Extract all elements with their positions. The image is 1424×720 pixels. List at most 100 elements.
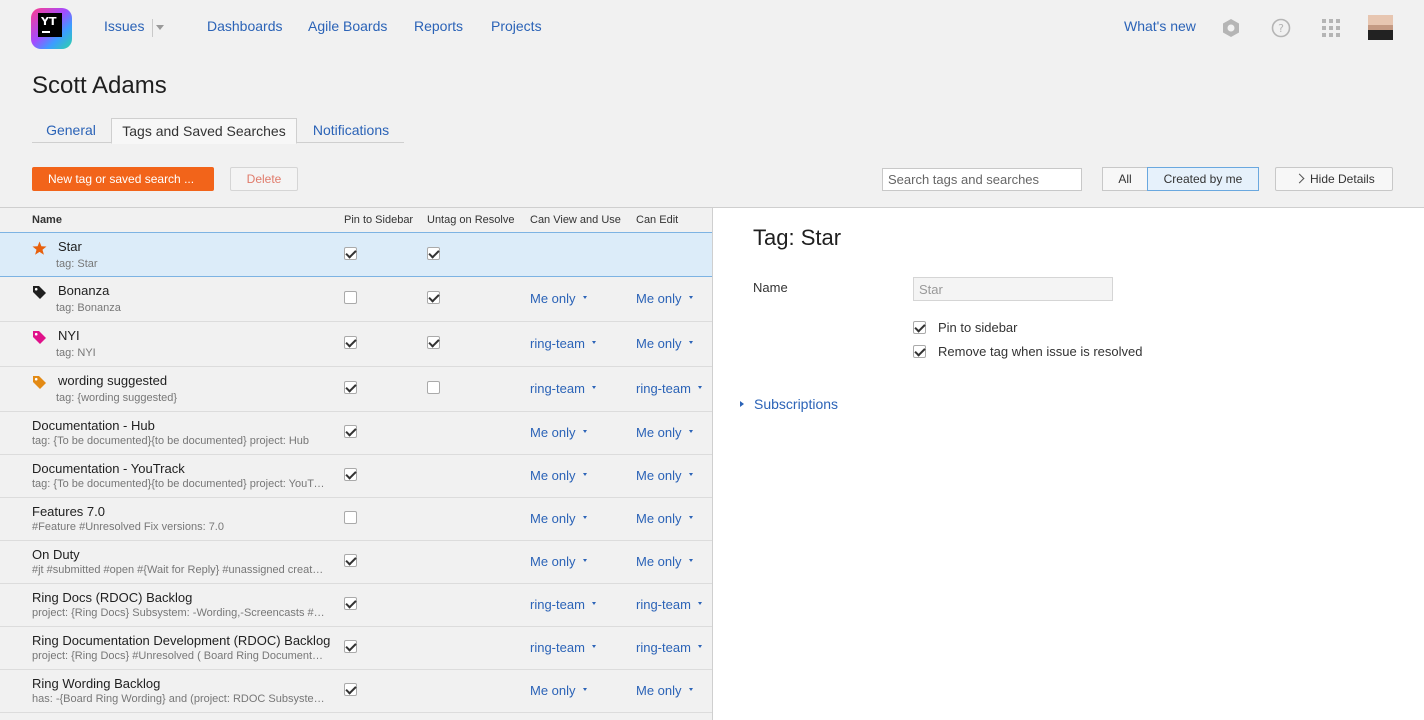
hide-details-label: Hide Details xyxy=(1310,172,1375,186)
pin-to-sidebar-checkbox[interactable] xyxy=(913,321,926,334)
can-edit-dropdown[interactable]: Me only xyxy=(636,425,693,440)
row-query: #jt #submitted #open #{Wait for Reply} #… xyxy=(32,564,328,576)
can-view-value: Me only xyxy=(530,468,576,483)
row-name: Features 7.0 xyxy=(32,504,105,519)
pin-to-sidebar-checkbox[interactable] xyxy=(344,554,357,567)
pin-to-sidebar-checkbox[interactable] xyxy=(344,425,357,438)
can-edit-dropdown[interactable]: Me only xyxy=(636,291,693,306)
can-view-dropdown[interactable]: ring-team xyxy=(530,381,596,396)
can-view-value: ring-team xyxy=(530,336,585,351)
can-edit-dropdown[interactable]: Me only xyxy=(636,554,693,569)
pin-to-sidebar-checkbox[interactable] xyxy=(344,468,357,481)
row-name: Ring Wording Backlog xyxy=(32,676,161,691)
search-tags-input[interactable] xyxy=(882,168,1082,191)
untag-on-resolve-checkbox[interactable] xyxy=(427,381,440,394)
name-label: Name xyxy=(753,280,788,295)
table-row[interactable]: wording suggested tag: {wording suggested… xyxy=(0,367,712,412)
nav-agile-boards[interactable]: Agile Boards xyxy=(308,18,387,34)
nav-dashboards[interactable]: Dashboards xyxy=(207,18,283,34)
table-row[interactable]: NYI tag: NYI ring-team Me only xyxy=(0,322,712,367)
can-edit-dropdown[interactable]: ring-team xyxy=(636,381,702,396)
pin-to-sidebar-checkbox[interactable] xyxy=(344,597,357,610)
nav-projects[interactable]: Projects xyxy=(491,18,542,34)
help-icon[interactable]: ? xyxy=(1270,17,1292,39)
can-view-dropdown[interactable]: ring-team xyxy=(530,597,596,612)
new-tag-button[interactable]: New tag or saved search ... xyxy=(32,167,214,191)
dropdown-arrow-icon xyxy=(582,559,587,563)
row-name: Bonanza xyxy=(58,283,110,298)
chevron-right-icon xyxy=(1294,173,1305,184)
untag-on-resolve-checkbox[interactable] xyxy=(427,336,440,349)
svg-text:?: ? xyxy=(1278,22,1284,35)
pin-to-sidebar-checkbox[interactable] xyxy=(344,247,357,260)
can-view-dropdown[interactable]: Me only xyxy=(530,683,587,698)
table-row[interactable]: Ring Wording Backlog has: -{Board Ring Wo… xyxy=(0,670,712,713)
can-view-dropdown[interactable]: Me only xyxy=(530,511,587,526)
can-view-dropdown[interactable]: Me only xyxy=(530,291,587,306)
table-row[interactable]: Ring Docs (RDOC) Backlog project: {Ring D… xyxy=(0,584,712,627)
issues-dropdown-icon[interactable] xyxy=(156,25,164,30)
nav-reports[interactable]: Reports xyxy=(414,18,463,34)
pin-to-sidebar-checkbox[interactable] xyxy=(344,336,357,349)
table-row[interactable]: Documentation - Hub tag: {To be documente… xyxy=(0,412,712,455)
can-edit-dropdown[interactable]: ring-team xyxy=(636,640,702,655)
filter-all-button[interactable]: All xyxy=(1102,167,1148,191)
can-view-dropdown[interactable]: ring-team xyxy=(530,640,596,655)
row-name: On Duty xyxy=(32,547,80,562)
subscriptions-label: Subscriptions xyxy=(754,396,839,412)
apps-grid-icon[interactable] xyxy=(1320,17,1342,39)
table-row[interactable]: On Duty #jt #submitted #open #{Wait for R… xyxy=(0,541,712,584)
dropdown-arrow-icon xyxy=(697,645,702,649)
nav-issues[interactable]: Issues xyxy=(104,18,144,34)
can-view-dropdown[interactable]: Me only xyxy=(530,425,587,440)
pin-to-sidebar-checkbox[interactable] xyxy=(344,381,357,394)
can-view-dropdown[interactable]: ring-team xyxy=(530,336,596,351)
table-row[interactable]: Star tag: Star xyxy=(0,232,712,277)
expand-arrow-icon xyxy=(740,401,744,407)
table-row[interactable]: Bonanza tag: Bonanza Me only Me only xyxy=(0,277,712,322)
can-view-value: Me only xyxy=(530,425,576,440)
row-query: tag: NYI xyxy=(56,347,96,359)
logo-text: YT xyxy=(41,15,57,28)
pin-to-sidebar-checkbox[interactable] xyxy=(344,291,357,304)
filter-created-by-me-button[interactable]: Created by me xyxy=(1147,167,1259,191)
hide-details-button[interactable]: Hide Details xyxy=(1275,167,1393,191)
tags-list: Name Pin to Sidebar Untag on Resolve Can… xyxy=(0,207,712,720)
table-row[interactable]: Ring Documentation Development (RDOC) Ba… xyxy=(0,627,712,670)
dropdown-arrow-icon xyxy=(591,602,596,606)
can-edit-dropdown[interactable]: Me only xyxy=(636,683,693,698)
can-edit-dropdown[interactable]: Me only xyxy=(636,468,693,483)
can-edit-value: Me only xyxy=(636,683,682,698)
untag-on-resolve-checkbox[interactable] xyxy=(427,247,440,260)
tab-notifications[interactable]: Notifications xyxy=(302,118,400,143)
pin-to-sidebar-checkbox[interactable] xyxy=(344,640,357,653)
can-edit-dropdown[interactable]: ring-team xyxy=(636,597,702,612)
can-view-value: ring-team xyxy=(530,381,585,396)
can-view-dropdown[interactable]: Me only xyxy=(530,468,587,483)
settings-icon[interactable] xyxy=(1220,17,1242,39)
delete-button[interactable]: Delete xyxy=(230,167,298,191)
dropdown-arrow-icon xyxy=(688,688,693,692)
can-view-value: Me only xyxy=(530,291,576,306)
can-edit-dropdown[interactable]: Me only xyxy=(636,511,693,526)
dropdown-arrow-icon xyxy=(688,430,693,434)
can-view-dropdown[interactable]: Me only xyxy=(530,554,587,569)
can-edit-value: ring-team xyxy=(636,640,691,655)
tab-general[interactable]: General xyxy=(32,118,110,143)
whats-new-link[interactable]: What's new xyxy=(1124,18,1196,34)
pin-to-sidebar-checkbox[interactable] xyxy=(344,683,357,696)
remove-tag-checkbox[interactable] xyxy=(913,345,926,358)
name-field[interactable] xyxy=(913,277,1113,301)
pin-to-sidebar-label: Pin to sidebar xyxy=(938,320,1018,335)
tag-icon xyxy=(33,286,46,299)
tab-tags-and-saved-searches[interactable]: Tags and Saved Searches xyxy=(111,118,297,144)
pin-to-sidebar-checkbox[interactable] xyxy=(344,511,357,524)
subscriptions-toggle[interactable]: Subscriptions xyxy=(740,396,838,412)
user-avatar[interactable] xyxy=(1368,15,1393,40)
table-row[interactable]: Features 7.0 #Feature #Unresolved Fix ver… xyxy=(0,498,712,541)
table-row[interactable]: Documentation - YouTrack tag: {To be docu… xyxy=(0,455,712,498)
remove-tag-label: Remove tag when issue is resolved xyxy=(938,344,1143,359)
untag-on-resolve-checkbox[interactable] xyxy=(427,291,440,304)
youtrack-logo[interactable]: YT xyxy=(31,8,72,49)
can-edit-dropdown[interactable]: Me only xyxy=(636,336,693,351)
